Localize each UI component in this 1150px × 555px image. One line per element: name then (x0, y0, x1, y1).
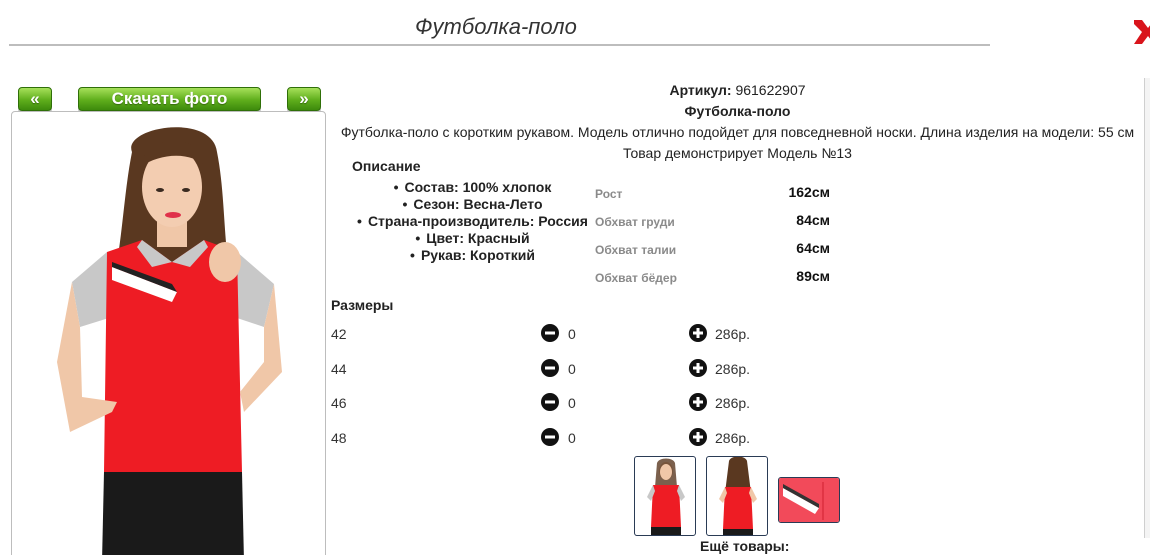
measurement-value: 162см (788, 184, 830, 200)
product-info: Артикул: 961622907 Футболка-поло Футболк… (330, 80, 1145, 164)
measurement-label: Обхват груди (595, 215, 675, 229)
next-photo-button[interactable]: » (287, 87, 321, 111)
thumbnail-back[interactable] (706, 456, 768, 536)
plus-circle-icon[interactable] (689, 393, 707, 411)
quantity-value[interactable]: 0 (568, 395, 576, 411)
size-row: 44 0 286р. (331, 358, 761, 380)
size-row: 42 0 286р. (331, 323, 761, 345)
thumbnail-front[interactable] (634, 456, 696, 536)
description-item: Сезон: Весна-Лето (340, 196, 605, 213)
description-heading: Описание (352, 158, 421, 174)
quantity-value[interactable]: 0 (568, 361, 576, 377)
title-divider (9, 44, 990, 46)
description-item: Состав: 100% хлопок (340, 179, 605, 196)
thumbnail-detail[interactable] (778, 477, 840, 523)
thumbnail-image (647, 458, 685, 535)
article-line: Артикул: 961622907 (330, 80, 1145, 101)
description-list: Состав: 100% хлопок Сезон: Весна-Лето Ст… (340, 179, 605, 264)
size-row: 48 0 286р. (331, 427, 761, 449)
close-button[interactable] (1130, 14, 1150, 50)
measurement-label: Рост (595, 187, 623, 201)
measurement-row: Обхват груди 84см (595, 211, 835, 231)
quantity-value[interactable]: 0 (568, 430, 576, 446)
product-name: Футболка-поло (684, 103, 791, 119)
page-title: Футболка-поло (415, 14, 577, 39)
plus-circle-icon[interactable] (689, 359, 707, 377)
vertical-scrollbar[interactable] (1144, 78, 1150, 538)
measurement-value: 89см (796, 268, 830, 284)
measurement-row: Обхват талии 64см (595, 239, 835, 259)
measurement-row: Обхват бёдер 89см (595, 267, 835, 287)
size-value: 48 (331, 430, 347, 446)
article-label: Артикул: (669, 82, 732, 98)
model-illustration (57, 127, 282, 555)
price-value: 286р. (715, 395, 751, 411)
prev-photo-button[interactable]: « (18, 87, 52, 111)
description-item: Рукав: Короткий (340, 247, 605, 264)
measurement-row: Рост 162см (595, 183, 835, 203)
main-product-photo (11, 111, 326, 555)
size-value: 42 (331, 326, 347, 342)
description-item: Цвет: Красный (340, 230, 605, 247)
measurement-value: 64см (796, 240, 830, 256)
model-note: Товар демонстрирует Модель №13 (623, 145, 852, 161)
product-summary: Футболка-поло с коротким рукавом. Модель… (340, 124, 1135, 140)
price-value: 286р. (715, 326, 751, 342)
minus-circle-icon[interactable] (541, 428, 559, 446)
sizes-heading: Размеры (331, 297, 394, 313)
article-value: 961622907 (735, 82, 806, 98)
close-x-icon (1134, 20, 1150, 44)
quantity-value[interactable]: 0 (568, 326, 576, 342)
measurement-value: 84см (796, 212, 830, 228)
minus-circle-icon[interactable] (541, 324, 559, 342)
thumbnail-image (779, 478, 839, 522)
plus-circle-icon[interactable] (689, 428, 707, 446)
more-products-label: Ещё товары: (700, 538, 790, 554)
price-value: 286р. (715, 361, 751, 377)
measurement-label: Обхват талии (595, 243, 677, 257)
minus-circle-icon[interactable] (541, 393, 559, 411)
price-value: 286р. (715, 430, 751, 446)
thumbnail-image (719, 457, 757, 535)
size-row: 46 0 286р. (331, 392, 761, 414)
size-value: 44 (331, 361, 347, 377)
description-item: Страна-производитель: Россия (340, 213, 605, 230)
minus-circle-icon[interactable] (541, 359, 559, 377)
plus-circle-icon[interactable] (689, 324, 707, 342)
measurement-label: Обхват бёдер (595, 271, 677, 285)
size-value: 46 (331, 395, 347, 411)
download-photo-button[interactable]: Скачать фото (78, 87, 261, 111)
